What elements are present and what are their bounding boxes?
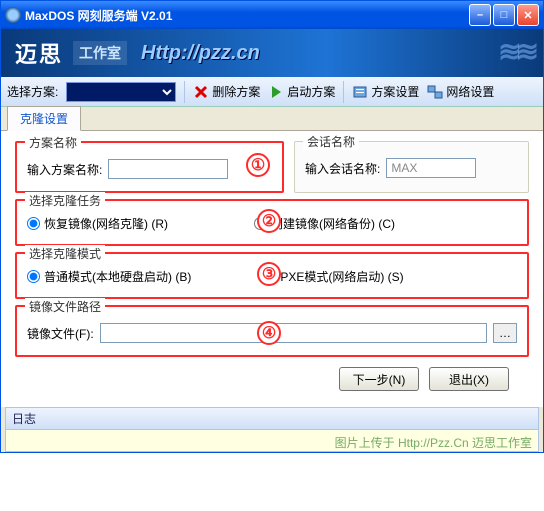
legend-clone-mode: 选择克隆模式 bbox=[25, 245, 105, 262]
radio-normal-mode-input[interactable] bbox=[27, 270, 40, 283]
annotation-1: ① bbox=[246, 153, 270, 177]
session-name-label: 输入会话名称: bbox=[305, 160, 380, 177]
exit-button[interactable]: 退出(X) bbox=[429, 367, 509, 391]
annotation-2: ② bbox=[257, 209, 281, 233]
group-clone-task: 选择克隆任务 恢复镜像(网络克隆) (R) ② 创建镜像(网络备份) (C) bbox=[15, 199, 529, 246]
window-title: MaxDOS 网刻服务端 V2.01 bbox=[25, 7, 467, 24]
ellipsis-icon: … bbox=[499, 326, 511, 340]
network-settings-label: 网络设置 bbox=[446, 83, 494, 100]
next-button[interactable]: 下一步(N) bbox=[339, 367, 419, 391]
group-session-name: 会话名称 输入会话名称: bbox=[294, 141, 529, 193]
browse-button[interactable]: … bbox=[493, 323, 517, 343]
delete-plan-button[interactable]: 删除方案 bbox=[193, 83, 260, 100]
plan-name-label: 输入方案名称: bbox=[27, 161, 102, 178]
client-area: 方案名称 输入方案名称: ① 会话名称 输入会话名称: 选择克隆任务 bbox=[1, 131, 543, 407]
plan-settings-button[interactable]: 方案设置 bbox=[352, 83, 419, 100]
image-file-label: 镜像文件(F): bbox=[27, 325, 94, 342]
session-name-input[interactable] bbox=[386, 158, 476, 178]
start-plan-label: 启动方案 bbox=[287, 83, 335, 100]
annotation-4: ④ bbox=[257, 321, 281, 345]
settings-icon bbox=[352, 84, 368, 100]
brand-subtitle: 工作室 bbox=[73, 41, 127, 65]
radio-restore-image-input[interactable] bbox=[27, 217, 40, 230]
window-titlebar: MaxDOS 网刻服务端 V2.01 – □ ✕ bbox=[1, 1, 543, 29]
radio-pxe-mode-label: PXE模式(网络启动) (S) bbox=[280, 268, 403, 285]
radio-restore-image[interactable]: 恢复镜像(网络克隆) (R) bbox=[27, 215, 168, 232]
tabstrip: 克隆设置 bbox=[1, 107, 543, 131]
log-body: 图片上传于 Http://Pzz.Cn 迈思工作室 bbox=[5, 430, 539, 452]
network-icon bbox=[427, 84, 443, 100]
minimize-button[interactable]: – bbox=[469, 4, 491, 26]
plan-settings-label: 方案设置 bbox=[371, 83, 419, 100]
group-clone-mode: 选择克隆模式 普通模式(本地硬盘启动) (B) ③ PXE模式(网络启动) (S… bbox=[15, 252, 529, 299]
play-icon bbox=[268, 84, 284, 100]
app-icon bbox=[5, 7, 21, 23]
log-panel: 日志 图片上传于 Http://Pzz.Cn 迈思工作室 bbox=[5, 407, 539, 452]
legend-plan-name: 方案名称 bbox=[25, 134, 81, 151]
group-plan-name: 方案名称 输入方案名称: ① bbox=[15, 141, 284, 193]
delete-plan-label: 删除方案 bbox=[212, 83, 260, 100]
tab-clone-settings[interactable]: 克隆设置 bbox=[7, 106, 81, 131]
radio-restore-image-label: 恢复镜像(网络克隆) (R) bbox=[44, 215, 168, 232]
toolbar: 选择方案: 删除方案 启动方案 方案设置 网络设置 bbox=[1, 77, 543, 107]
radio-normal-mode[interactable]: 普通模式(本地硬盘启动) (B) bbox=[27, 268, 191, 285]
radio-create-image-label: 创建镜像(网络备份) (C) bbox=[271, 215, 395, 232]
annotation-3: ③ bbox=[257, 262, 281, 286]
legend-image-path: 镜像文件路径 bbox=[25, 298, 105, 315]
banner-decoration-icon: ≋≋ bbox=[498, 35, 533, 68]
radio-normal-mode-label: 普通模式(本地硬盘启动) (B) bbox=[44, 268, 191, 285]
legend-session-name: 会话名称 bbox=[303, 133, 359, 150]
select-plan-label: 选择方案: bbox=[7, 83, 58, 100]
radio-pxe-mode[interactable]: PXE模式(网络启动) (S) bbox=[263, 268, 403, 285]
delete-icon bbox=[193, 84, 209, 100]
plan-select[interactable] bbox=[66, 82, 176, 102]
legend-clone-task: 选择克隆任务 bbox=[25, 192, 105, 209]
image-file-input[interactable] bbox=[100, 323, 487, 343]
network-settings-button[interactable]: 网络设置 bbox=[427, 83, 494, 100]
group-image-path: 镜像文件路径 镜像文件(F): … ④ bbox=[15, 305, 529, 357]
maximize-button[interactable]: □ bbox=[493, 4, 515, 26]
banner: 迈思 工作室 Http://pzz.cn ≋≋ bbox=[1, 29, 543, 77]
brand-text: 迈思 bbox=[15, 37, 63, 69]
start-plan-button[interactable]: 启动方案 bbox=[268, 83, 335, 100]
brand-url: Http://pzz.cn bbox=[141, 42, 260, 65]
plan-name-input[interactable] bbox=[108, 159, 228, 179]
footer-attribution: 图片上传于 Http://Pzz.Cn 迈思工作室 bbox=[335, 434, 532, 451]
close-button[interactable]: ✕ bbox=[517, 4, 539, 26]
log-header: 日志 bbox=[5, 407, 539, 430]
